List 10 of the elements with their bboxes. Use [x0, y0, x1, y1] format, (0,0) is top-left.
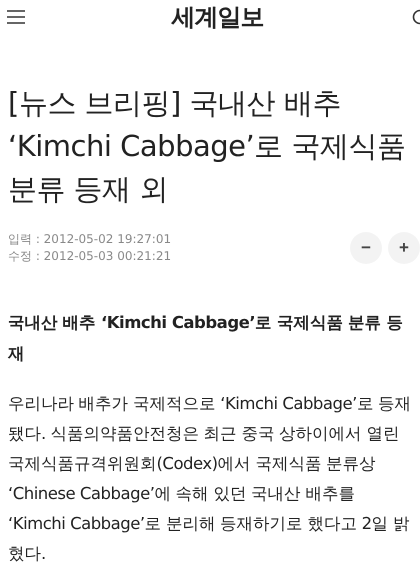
article-body: 우리나라 배추가 국제적으로 ‘Kimchi Cabbage’로 등재됐다. 식품의약품안전청은 최근 중국 상하이에서 열린 국제식품규격위원회(Codex)에서 국제식품 분류상 ‘Chinese Cabbage’에 속해 있던 국내산 배추를 ‘Kimchi Cabbage’로 분리해 등재하기로 했다고 2일 밝혔다.	[8, 393, 412, 565]
font-size-button[interactable]: −	[350, 232, 382, 264]
search-icon[interactable]	[410, 9, 420, 25]
menu-icon[interactable]	[7, 10, 25, 24]
article-date: 입력 : 2012-05-02 19:27:01	[8, 231, 172, 248]
article-subtitle: 국내산 배추 ‘Kimchi Cabbage’로 국제식품 분류 등재	[8, 312, 404, 365]
article-date: 수정 : 2012-05-03 00:21:21	[8, 248, 172, 265]
font-size-button[interactable]: +	[388, 232, 420, 264]
logo[interactable]: 세계일보	[172, 1, 264, 33]
article-title: [뉴스 브리핑] 국내산 배추 ‘Kimchi Cabbage’로 국제식품 분류 등재 외	[8, 85, 406, 208]
